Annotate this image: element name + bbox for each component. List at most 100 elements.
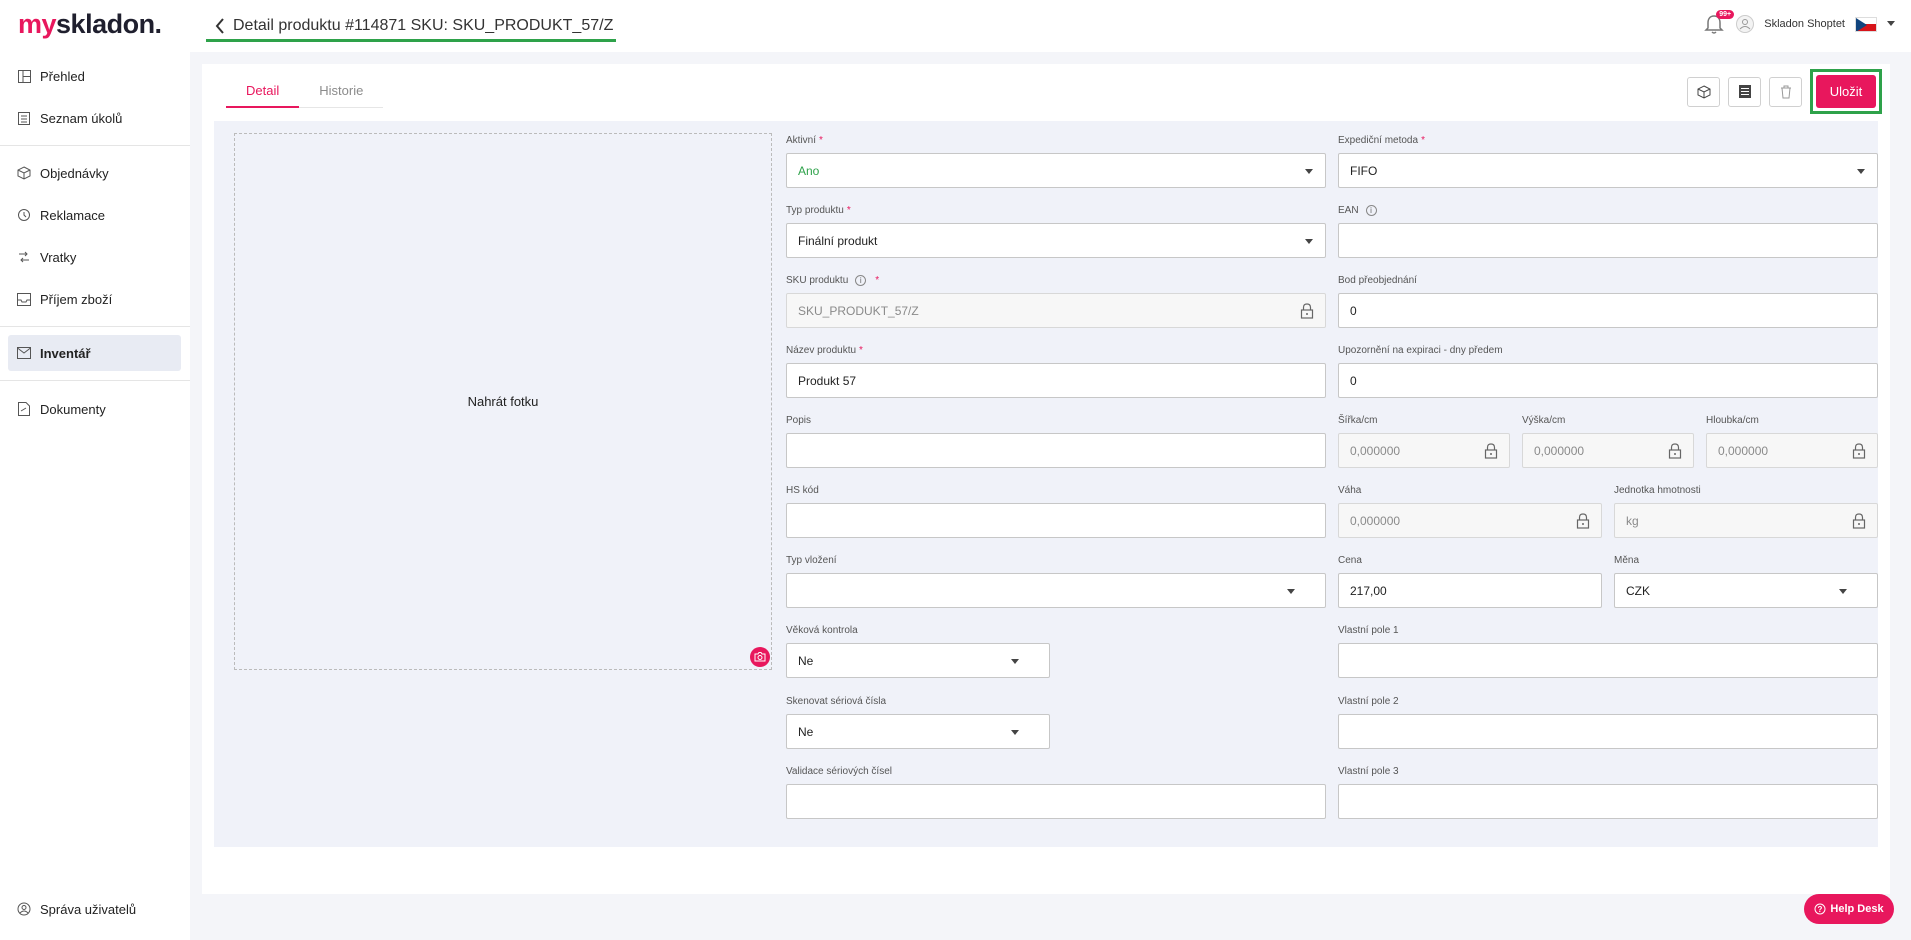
box-icon bbox=[17, 166, 31, 180]
validace-input[interactable] bbox=[786, 784, 1326, 819]
sku-input[interactable]: SKU_PRODUKT_57/Z bbox=[786, 293, 1326, 328]
expedicni-select[interactable]: FIFO bbox=[1338, 153, 1878, 188]
vyska-field: Výška/cm 0,000000 bbox=[1522, 413, 1694, 468]
user-name[interactable]: Skladon Shoptet bbox=[1764, 18, 1845, 30]
typ-vlozeni-select[interactable] bbox=[786, 573, 1326, 608]
notification-bell-icon[interactable]: 99+ bbox=[1704, 10, 1735, 35]
info-icon[interactable]: i bbox=[855, 274, 867, 286]
vekova-value: Ne bbox=[798, 653, 814, 668]
typ-vlozeni-field: Typ vložení bbox=[786, 553, 1326, 608]
lock-icon bbox=[1300, 303, 1314, 319]
upozorneni-input[interactable]: 0 bbox=[1338, 363, 1878, 398]
caret-down-icon bbox=[1839, 589, 1847, 594]
hloubka-input[interactable]: 0,000000 bbox=[1706, 433, 1878, 468]
sidebar-item-prehled[interactable]: Přehled bbox=[8, 58, 181, 94]
sidebar-divider bbox=[0, 145, 190, 146]
sidebar-item-objednavky[interactable]: Objednávky bbox=[8, 155, 181, 191]
lock-icon bbox=[1668, 443, 1682, 459]
sidebar-item-prijem-zbozi[interactable]: Příjem zboží bbox=[8, 281, 181, 317]
validace-field: Validace sériových čísel bbox=[786, 764, 1326, 819]
nazev-input[interactable]: Produkt 57 bbox=[786, 363, 1326, 398]
photo-upload-area[interactable]: Nahrát fotku bbox=[234, 133, 772, 670]
popis-input[interactable] bbox=[786, 433, 1326, 468]
skenovat-select[interactable]: Ne bbox=[786, 714, 1050, 749]
tab-detail[interactable]: Detail bbox=[226, 76, 300, 108]
vlastni1-input[interactable] bbox=[1338, 643, 1878, 678]
aktivni-select[interactable]: Ano bbox=[786, 153, 1326, 188]
expedicni-value: FIFO bbox=[1350, 163, 1378, 178]
bod-label: Bod přeobjednání bbox=[1338, 274, 1417, 286]
popis-field: Popis bbox=[786, 413, 1326, 468]
jednotka-field: Jednotka hmotnosti kg bbox=[1614, 483, 1878, 538]
vyska-label: Výška/cm bbox=[1522, 414, 1566, 426]
vekova-select[interactable]: Ne bbox=[786, 643, 1050, 678]
sidebar-item-seznam-ukolu[interactable]: Seznam úkolů bbox=[8, 100, 181, 136]
vaha-input[interactable]: 0,000000 bbox=[1338, 503, 1602, 538]
back-arrow-icon[interactable] bbox=[209, 15, 231, 37]
jednotka-input[interactable]: kg bbox=[1614, 503, 1878, 538]
sidebar-item-reklamace[interactable]: Reklamace bbox=[8, 197, 181, 233]
vyska-input[interactable]: 0,000000 bbox=[1522, 433, 1694, 468]
tab-bar: Detail Historie bbox=[226, 76, 384, 108]
package-button[interactable] bbox=[1687, 76, 1720, 107]
typ-produktu-select[interactable]: Finální produkt bbox=[786, 223, 1326, 258]
return-icon bbox=[17, 208, 31, 222]
info-icon[interactable]: i bbox=[1365, 204, 1377, 216]
ean-label: EAN bbox=[1338, 204, 1359, 216]
logo[interactable]: myskladon. bbox=[18, 9, 162, 40]
action-bar: Uložit bbox=[1687, 69, 1882, 114]
hloubka-label: Hloubka/cm bbox=[1706, 414, 1759, 426]
list-button[interactable] bbox=[1728, 76, 1761, 107]
lock-icon bbox=[1852, 443, 1866, 459]
cena-input[interactable]: 217,00 bbox=[1338, 573, 1602, 608]
chevron-down-icon[interactable] bbox=[1887, 21, 1895, 27]
hloubka-field: Hloubka/cm 0,000000 bbox=[1706, 413, 1878, 468]
ean-input[interactable] bbox=[1338, 223, 1878, 258]
dashboard-icon bbox=[17, 69, 31, 83]
sidebar-item-label: Správa uživatelů bbox=[40, 901, 137, 917]
aktivni-label: Aktivní bbox=[786, 134, 817, 146]
skenovat-value: Ne bbox=[798, 724, 814, 739]
hs-input[interactable] bbox=[786, 503, 1326, 538]
vlastni2-input[interactable] bbox=[1338, 714, 1878, 749]
tab-historie[interactable]: Historie bbox=[299, 76, 384, 108]
mena-select[interactable]: CZK bbox=[1614, 573, 1878, 608]
help-desk-button[interactable]: ? Help Desk bbox=[1804, 894, 1894, 924]
delete-button[interactable] bbox=[1769, 76, 1802, 107]
skenovat-label: Skenovat sériová čísla bbox=[786, 695, 887, 707]
sidebar-item-vratky[interactable]: Vratky bbox=[8, 239, 181, 275]
upozorneni-label: Upozornění na expiraci - dny předem bbox=[1338, 344, 1503, 356]
mena-field: Měna CZK bbox=[1614, 553, 1878, 608]
sidebar-item-label: Dokumenty bbox=[40, 401, 106, 417]
bod-field: Bod přeobjednání 0 bbox=[1338, 273, 1878, 328]
sidebar-item-dokumenty[interactable]: Dokumenty bbox=[8, 391, 181, 427]
vaha-value: 0,000000 bbox=[1350, 513, 1401, 528]
sidebar-item-label: Přehled bbox=[40, 68, 85, 84]
typ-produktu-field: Typ produktu * Finální produkt bbox=[786, 203, 1326, 258]
sidebar-item-inventar[interactable]: Inventář bbox=[8, 335, 181, 371]
vekova-field: Věková kontrola Ne bbox=[786, 623, 1050, 678]
logo-prefix: my bbox=[18, 9, 57, 39]
vlastni3-input[interactable] bbox=[1338, 784, 1878, 819]
vyska-value: 0,000000 bbox=[1534, 443, 1585, 458]
lock-icon bbox=[1484, 443, 1498, 459]
sirka-label: Šířka/cm bbox=[1338, 414, 1378, 426]
sidebar-item-sprava-uzivatelu[interactable]: Správa uživatelů bbox=[8, 891, 181, 927]
hloubka-value: 0,000000 bbox=[1718, 443, 1769, 458]
save-button[interactable]: Uložit bbox=[1816, 75, 1876, 108]
aktivni-value: Ano bbox=[798, 163, 820, 178]
sidebar-item-label: Inventář bbox=[40, 345, 91, 361]
user-avatar-icon[interactable] bbox=[1736, 15, 1755, 33]
vekova-label: Věková kontrola bbox=[786, 624, 858, 636]
top-bar: myskladon. Detail produktu #114871 SKU: … bbox=[0, 0, 1911, 52]
czech-flag-icon[interactable] bbox=[1855, 16, 1877, 32]
sirka-input[interactable]: 0,000000 bbox=[1338, 433, 1510, 468]
users-icon bbox=[17, 902, 31, 916]
jednotka-value: kg bbox=[1626, 513, 1639, 528]
vlastni2-field: Vlastní pole 2 bbox=[1338, 694, 1878, 749]
camera-icon[interactable] bbox=[750, 647, 770, 667]
bod-input[interactable]: 0 bbox=[1338, 293, 1878, 328]
typ-produktu-label: Typ produktu bbox=[786, 204, 844, 216]
vaha-label: Váha bbox=[1338, 484, 1362, 496]
expedicni-field: Expediční metoda * FIFO bbox=[1338, 133, 1878, 188]
